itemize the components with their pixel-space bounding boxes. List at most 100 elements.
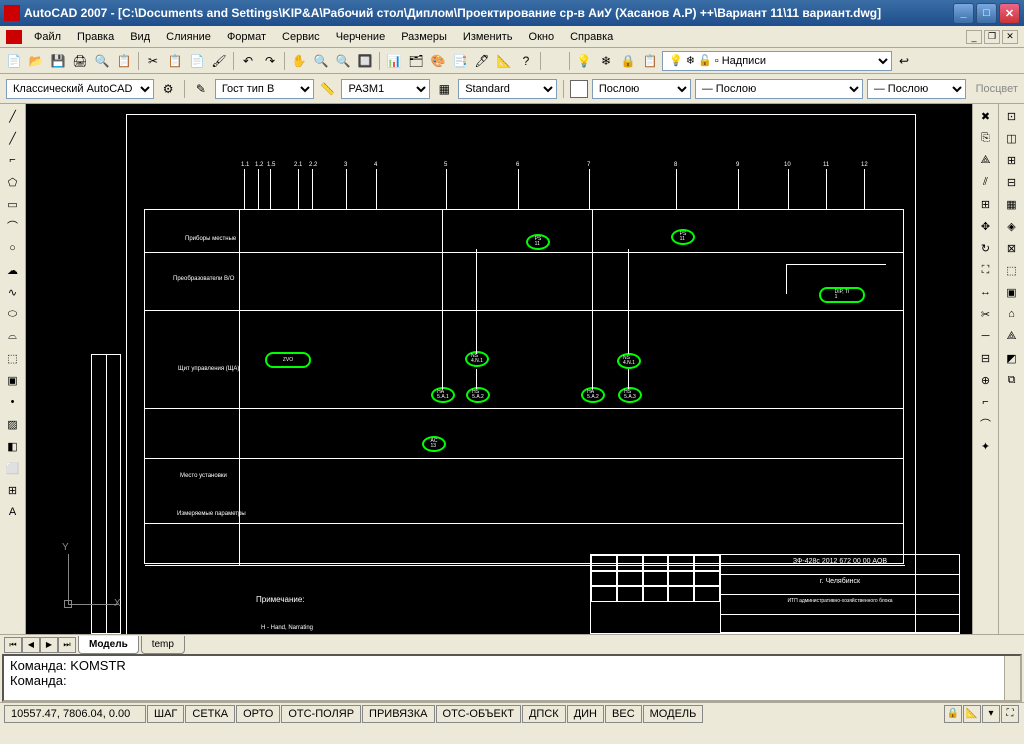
spds-12[interactable]: ◩ bbox=[1002, 348, 1022, 368]
extend-tool[interactable]: ─ bbox=[976, 326, 996, 346]
line-tool[interactable]: ╱ bbox=[3, 106, 23, 126]
copy-tool[interactable]: ⎘ bbox=[976, 128, 996, 148]
menu-window[interactable]: Окно bbox=[521, 29, 563, 45]
chamfer-tool[interactable]: ⌐ bbox=[976, 392, 996, 412]
spds-7[interactable]: ⊠ bbox=[1002, 238, 1022, 258]
tab-last-button[interactable]: ⏭ bbox=[58, 637, 76, 653]
status-clean-icon[interactable]: ⛶ bbox=[1001, 705, 1019, 723]
doc-minimize-button[interactable]: _ bbox=[966, 30, 982, 44]
maximize-button[interactable]: □ bbox=[976, 3, 997, 24]
calc-button[interactable]: 📐 bbox=[494, 51, 514, 71]
tab-temp[interactable]: temp bbox=[141, 636, 185, 654]
mirror-tool[interactable]: ⟁ bbox=[976, 150, 996, 170]
layer-bulb-icon[interactable]: 💡 bbox=[574, 51, 594, 71]
menu-service[interactable]: Сервис bbox=[274, 29, 328, 45]
spds-4[interactable]: ⊟ bbox=[1002, 172, 1022, 192]
spds-1[interactable]: ⊡ bbox=[1002, 106, 1022, 126]
menu-draw[interactable]: Черчение bbox=[328, 29, 394, 45]
spds-3[interactable]: ⊞ bbox=[1002, 150, 1022, 170]
minimize-button[interactable]: _ bbox=[953, 3, 974, 24]
otrack-toggle[interactable]: ОТС-ОБЪЕКТ bbox=[436, 705, 521, 723]
status-annot-icon[interactable]: 📐 bbox=[963, 705, 981, 723]
scale-tool[interactable]: ⛶ bbox=[976, 260, 996, 280]
zoom-prev-button[interactable]: 🔍 bbox=[333, 51, 353, 71]
plot-button[interactable]: 🖨 bbox=[70, 51, 90, 71]
cut-button[interactable]: ✂ bbox=[143, 51, 163, 71]
mtext-tool[interactable]: A bbox=[3, 502, 23, 522]
menu-edit[interactable]: Правка bbox=[69, 29, 122, 45]
pan-button[interactable]: ✋ bbox=[289, 51, 309, 71]
sheetset-button[interactable]: 📑 bbox=[450, 51, 470, 71]
drawing-canvas[interactable]: 1.1 1.2 1.5 2.1 2.2 3 4 5 6 7 8 9 10 11 … bbox=[26, 104, 972, 634]
ellipsearc-tool[interactable]: ⌓ bbox=[3, 326, 23, 346]
point-tool[interactable]: • bbox=[3, 392, 23, 412]
lineweight-select[interactable]: — Послою bbox=[867, 79, 966, 99]
match-button[interactable]: 🖌 bbox=[209, 51, 229, 71]
coords-cell[interactable]: 10557.47, 7806.04, 0.00 bbox=[4, 705, 146, 723]
linetype-select[interactable]: — Послою bbox=[695, 79, 863, 99]
region-tool[interactable]: ⬜ bbox=[3, 458, 23, 478]
menu-modify[interactable]: Изменить bbox=[455, 29, 521, 45]
spds-11[interactable]: ⟁ bbox=[1002, 326, 1022, 346]
grid-toggle[interactable]: СЕТКА bbox=[185, 705, 235, 723]
ellipse-tool[interactable]: ⬭ bbox=[3, 304, 23, 324]
undo-button[interactable]: ↶ bbox=[238, 51, 258, 71]
tablestyle-select[interactable]: Standard bbox=[458, 79, 557, 99]
trim-tool[interactable]: ✂ bbox=[976, 304, 996, 324]
ducs-toggle[interactable]: ДПСК bbox=[522, 705, 566, 723]
layer-manager-button[interactable]: 📋 bbox=[640, 51, 660, 71]
layer-lock-icon[interactable]: 🔒 bbox=[618, 51, 638, 71]
copy-button[interactable]: 📋 bbox=[165, 51, 185, 71]
layer-freeze-icon[interactable]: ❄ bbox=[596, 51, 616, 71]
layer-select[interactable]: 💡 ❄ 🔓 ▫ Надписи bbox=[662, 51, 892, 71]
save-button[interactable]: 💾 bbox=[48, 51, 68, 71]
table-tool[interactable]: ⊞ bbox=[3, 480, 23, 500]
lwt-toggle[interactable]: ВЕС bbox=[605, 705, 642, 723]
ws-settings-button[interactable]: ⚙ bbox=[158, 79, 178, 99]
makeblock-tool[interactable]: ▣ bbox=[3, 370, 23, 390]
ortho-toggle[interactable]: ОРТО bbox=[236, 705, 280, 723]
move-tool[interactable]: ✥ bbox=[976, 216, 996, 236]
zoom-button[interactable]: 🔍 bbox=[311, 51, 331, 71]
break-tool[interactable]: ⊟ bbox=[976, 348, 996, 368]
redo-button[interactable]: ↷ bbox=[260, 51, 280, 71]
erase-tool[interactable]: ✖ bbox=[976, 106, 996, 126]
designcenter-button[interactable]: 🗂 bbox=[406, 51, 426, 71]
block-tool[interactable]: ⬚ bbox=[3, 348, 23, 368]
spds-13[interactable]: ⧉ bbox=[1002, 370, 1022, 390]
offset-tool[interactable]: ⫽ bbox=[976, 172, 996, 192]
textstyle-select[interactable]: Гост тип В bbox=[215, 79, 314, 99]
join-tool[interactable]: ⊕ bbox=[976, 370, 996, 390]
spds-5[interactable]: ▦ bbox=[1002, 194, 1022, 214]
cmd-scrollbar[interactable] bbox=[1004, 656, 1020, 700]
open-button[interactable]: 📂 bbox=[26, 51, 46, 71]
spds-8[interactable]: ⬚ bbox=[1002, 260, 1022, 280]
doc-restore-button[interactable]: ❐ bbox=[984, 30, 1000, 44]
spds-10[interactable]: ⌂ bbox=[1002, 304, 1022, 324]
fillet-tool[interactable]: ⌒ bbox=[976, 414, 996, 434]
color-select[interactable]: Послою bbox=[592, 79, 691, 99]
status-comm-icon[interactable]: 🔒 bbox=[944, 705, 962, 723]
arc-tool[interactable]: ⌒ bbox=[3, 216, 23, 236]
dimstyle-select[interactable]: РАЗМ1 bbox=[341, 79, 430, 99]
menu-merge[interactable]: Слияние bbox=[158, 29, 219, 45]
command-line[interactable]: Команда: KOMSTR Команда: bbox=[2, 654, 1022, 702]
tab-model[interactable]: Модель bbox=[78, 636, 139, 654]
close-button[interactable]: ✕ bbox=[999, 3, 1020, 24]
menu-file[interactable]: Файл bbox=[26, 29, 69, 45]
explode-tool[interactable]: ✦ bbox=[976, 436, 996, 456]
tab-prev-button[interactable]: ◀ bbox=[22, 637, 40, 653]
gradient-tool[interactable]: ◧ bbox=[3, 436, 23, 456]
preview-button[interactable]: 🔍 bbox=[92, 51, 112, 71]
status-tray-icon[interactable]: ▾ bbox=[982, 705, 1000, 723]
props-button[interactable]: 📊 bbox=[384, 51, 404, 71]
zoom-window-button[interactable]: 🔲 bbox=[355, 51, 375, 71]
polygon-tool[interactable]: ⬠ bbox=[3, 172, 23, 192]
array-tool[interactable]: ⊞ bbox=[976, 194, 996, 214]
menu-format[interactable]: Формат bbox=[219, 29, 274, 45]
circle-tool[interactable]: ○ bbox=[3, 238, 23, 258]
osnap-toggle[interactable]: ПРИВЯЗКА bbox=[362, 705, 434, 723]
publish-button[interactable]: 📋 bbox=[114, 51, 134, 71]
menu-view[interactable]: Вид bbox=[122, 29, 158, 45]
menu-dims[interactable]: Размеры bbox=[393, 29, 455, 45]
